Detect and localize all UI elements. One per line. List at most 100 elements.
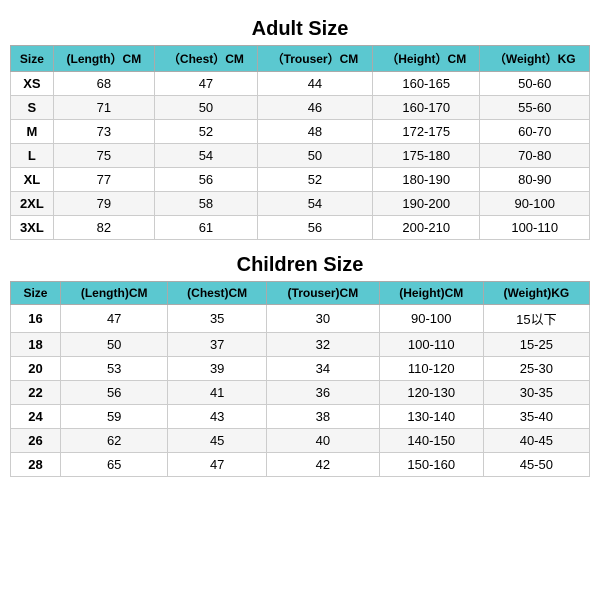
table-cell: 68	[53, 72, 154, 96]
table-row: M735248172-17560-70	[11, 120, 590, 144]
table-cell: 35-40	[483, 405, 589, 429]
table-cell: 44	[257, 72, 372, 96]
children-header-cell: (Weight)KG	[483, 282, 589, 305]
table-cell: 190-200	[373, 192, 480, 216]
adult-header-cell: (Length）CM	[53, 46, 154, 72]
table-cell: M	[11, 120, 54, 144]
adult-header-cell: （Trouser）CM	[257, 46, 372, 72]
table-cell: 62	[60, 429, 167, 453]
table-cell: 50	[257, 144, 372, 168]
children-table: Size(Length)CM(Chest)CM(Trouser)CM(Heigh…	[10, 281, 590, 477]
table-cell: L	[11, 144, 54, 168]
adult-header-cell: （Weight）KG	[480, 46, 590, 72]
table-cell: 61	[155, 216, 258, 240]
children-title: Children Size	[10, 254, 590, 277]
table-cell: 24	[11, 405, 61, 429]
table-cell: 60-70	[480, 120, 590, 144]
table-cell: 47	[60, 305, 167, 333]
table-cell: 130-140	[379, 405, 483, 429]
table-cell: 35	[168, 305, 267, 333]
adult-header-cell: （Chest）CM	[155, 46, 258, 72]
table-cell: 75	[53, 144, 154, 168]
table-cell: 43	[168, 405, 267, 429]
table-cell: 172-175	[373, 120, 480, 144]
table-cell: 54	[257, 192, 372, 216]
table-cell: 18	[11, 333, 61, 357]
table-cell: S	[11, 96, 54, 120]
table-cell: 180-190	[373, 168, 480, 192]
table-cell: 26	[11, 429, 61, 453]
table-cell: 110-120	[379, 357, 483, 381]
table-cell: 175-180	[373, 144, 480, 168]
table-cell: 28	[11, 453, 61, 477]
adult-section: Adult Size Size(Length）CM（Chest）CM（Trous…	[10, 10, 590, 246]
table-cell: 52	[257, 168, 372, 192]
table-cell: 30-35	[483, 381, 589, 405]
table-cell: 59	[60, 405, 167, 429]
adult-header-cell: （Height）CM	[373, 46, 480, 72]
table-cell: 82	[53, 216, 154, 240]
children-header-cell: Size	[11, 282, 61, 305]
adult-header-cell: Size	[11, 46, 54, 72]
children-header-cell: (Height)CM	[379, 282, 483, 305]
table-row: 3XL826156200-210100-110	[11, 216, 590, 240]
table-cell: 50-60	[480, 72, 590, 96]
table-cell: 58	[155, 192, 258, 216]
table-cell: 45	[168, 429, 267, 453]
children-header-cell: (Trouser)CM	[266, 282, 379, 305]
table-cell: 100-110	[379, 333, 483, 357]
table-cell: 39	[168, 357, 267, 381]
table-cell: 56	[257, 216, 372, 240]
table-cell: 47	[168, 453, 267, 477]
table-cell: 36	[266, 381, 379, 405]
table-cell: 80-90	[480, 168, 590, 192]
table-row: 18503732100-11015-25	[11, 333, 590, 357]
table-row: 20533934110-12025-30	[11, 357, 590, 381]
table-cell: 90-100	[379, 305, 483, 333]
table-cell: 34	[266, 357, 379, 381]
adult-title: Adult Size	[10, 18, 590, 41]
table-row: 1647353090-10015以下	[11, 305, 590, 333]
table-cell: 16	[11, 305, 61, 333]
table-cell: 100-110	[480, 216, 590, 240]
table-cell: 42	[266, 453, 379, 477]
table-cell: 2XL	[11, 192, 54, 216]
table-row: 26624540140-15040-45	[11, 429, 590, 453]
table-cell: 52	[155, 120, 258, 144]
children-section: Children Size Size(Length)CM(Chest)CM(Tr…	[10, 246, 590, 483]
table-cell: 3XL	[11, 216, 54, 240]
table-cell: 25-30	[483, 357, 589, 381]
table-cell: 40	[266, 429, 379, 453]
table-row: XS684744160-16550-60	[11, 72, 590, 96]
table-cell: 71	[53, 96, 154, 120]
table-cell: 160-170	[373, 96, 480, 120]
table-cell: 40-45	[483, 429, 589, 453]
table-cell: 77	[53, 168, 154, 192]
table-cell: 73	[53, 120, 154, 144]
table-cell: 32	[266, 333, 379, 357]
table-row: 2XL795854190-20090-100	[11, 192, 590, 216]
table-cell: 37	[168, 333, 267, 357]
adult-table: Size(Length）CM（Chest）CM（Trouser）CM（Heigh…	[10, 45, 590, 240]
table-cell: 53	[60, 357, 167, 381]
table-row: 22564136120-13030-35	[11, 381, 590, 405]
table-cell: 200-210	[373, 216, 480, 240]
table-cell: 70-80	[480, 144, 590, 168]
table-cell: XL	[11, 168, 54, 192]
children-header-cell: (Length)CM	[60, 282, 167, 305]
table-cell: 65	[60, 453, 167, 477]
table-cell: 22	[11, 381, 61, 405]
table-cell: 15以下	[483, 305, 589, 333]
table-row: L755450175-18070-80	[11, 144, 590, 168]
table-cell: 38	[266, 405, 379, 429]
table-cell: 56	[155, 168, 258, 192]
children-header-cell: (Chest)CM	[168, 282, 267, 305]
table-row: 24594338130-14035-40	[11, 405, 590, 429]
table-cell: 50	[155, 96, 258, 120]
table-row: S715046160-17055-60	[11, 96, 590, 120]
table-cell: 15-25	[483, 333, 589, 357]
table-cell: 48	[257, 120, 372, 144]
table-cell: 46	[257, 96, 372, 120]
table-cell: 150-160	[379, 453, 483, 477]
table-cell: 54	[155, 144, 258, 168]
